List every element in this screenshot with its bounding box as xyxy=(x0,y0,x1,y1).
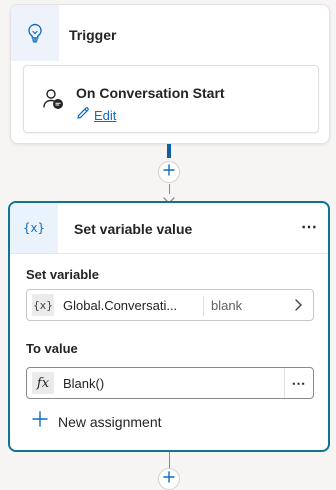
trigger-header: Trigger xyxy=(11,5,329,61)
lightbulb-icon xyxy=(11,5,59,61)
action-title: Set variable value xyxy=(74,221,193,237)
value-text[interactable]: Blank() xyxy=(63,376,104,391)
new-assignment-button[interactable]: New assignment xyxy=(32,411,162,432)
connector-line xyxy=(167,144,171,158)
connector-line xyxy=(169,452,170,468)
header-divider xyxy=(10,253,328,254)
set-variable-card[interactable]: {x} Set variable value ⋯ Set variable {x… xyxy=(8,201,330,452)
to-value-label: To value xyxy=(26,341,78,356)
add-node-button[interactable] xyxy=(158,161,180,183)
trigger-card[interactable]: Trigger On Conversation Start Edit xyxy=(10,4,330,144)
plus-icon xyxy=(163,163,175,181)
variable-name: Global.Conversati... xyxy=(63,298,178,313)
chevron-right-icon xyxy=(291,297,305,318)
new-assignment-label: New assignment xyxy=(58,413,162,430)
trigger-item-title: On Conversation Start xyxy=(76,85,225,101)
plus-icon xyxy=(32,411,48,432)
variable-icon: {x} xyxy=(10,203,58,253)
edit-link-label: Edit xyxy=(94,108,117,123)
value-more-button[interactable]: ⋯ xyxy=(284,368,313,398)
person-chat-icon xyxy=(42,88,64,115)
edit-link[interactable]: Edit xyxy=(76,106,116,125)
pencil-icon xyxy=(76,106,90,125)
plus-icon xyxy=(163,470,175,488)
more-options-button[interactable]: ⋯ xyxy=(301,217,318,237)
trigger-title: Trigger xyxy=(69,27,117,43)
variable-chip-icon: {x} xyxy=(32,294,54,316)
variable-type: blank xyxy=(211,298,243,313)
value-input[interactable]: fx Blank() ⋯ xyxy=(26,367,314,399)
action-header: {x} Set variable value ⋯ xyxy=(10,203,328,255)
set-variable-label: Set variable xyxy=(26,267,99,282)
variable-selector[interactable]: {x} Global.Conversati... blank xyxy=(26,289,314,321)
function-icon: fx xyxy=(32,372,54,394)
field-separator xyxy=(203,296,204,316)
add-node-button[interactable] xyxy=(158,468,180,490)
trigger-item-card[interactable]: On Conversation Start Edit xyxy=(23,65,319,133)
